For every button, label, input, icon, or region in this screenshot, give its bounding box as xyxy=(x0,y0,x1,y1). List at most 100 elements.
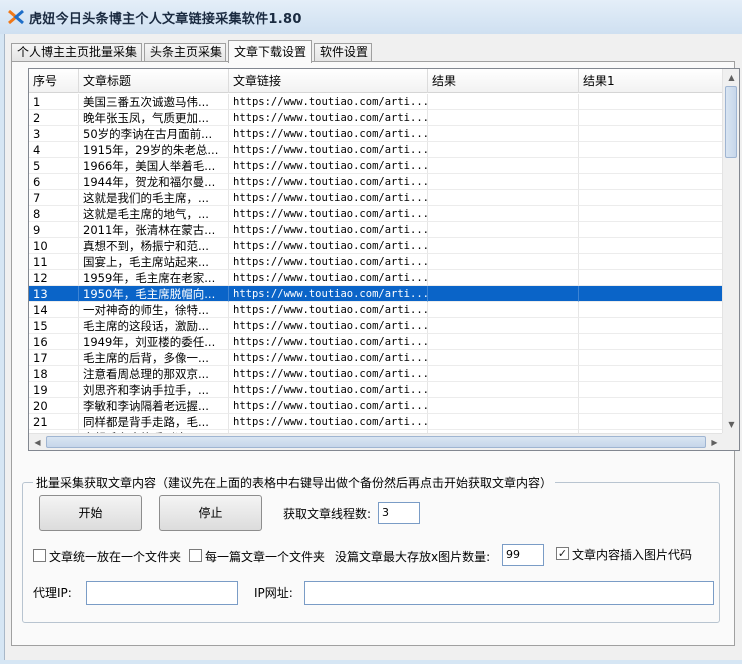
cell-title: 真想不到，杨振宁和范... xyxy=(79,238,229,254)
tab-article-download-settings[interactable]: 文章下载设置 xyxy=(228,40,312,63)
group-title: 批量采集获取文章内容（建议先在上面的表格中右键导出做个备份然后再点击开始获取文章… xyxy=(33,474,556,491)
cell-link: https://www.toutiao.com/arti... xyxy=(229,158,428,174)
table-row[interactable]: 1 美国三番五次诚邀马伟... https://www.toutiao.com/ar… xyxy=(29,94,723,110)
start-button[interactable]: 开始 xyxy=(39,495,142,531)
cell-link: https://www.toutiao.com/arti... xyxy=(229,206,428,222)
tab-homepage-collect[interactable]: 头条主页采集 xyxy=(144,43,226,62)
cell-title: 这就是我们的毛主席，... xyxy=(79,190,229,206)
table-row[interactable]: 16 1949年，刘亚楼的委任... https://www.toutiao.com… xyxy=(29,334,723,350)
cell-result1 xyxy=(579,110,723,126)
table-row[interactable]: 9 2011年，张清林在蒙古... https://www.toutiao.com/… xyxy=(29,222,723,238)
cell-title: 1950年，毛主席脱帽向... xyxy=(79,286,229,302)
cell-result1 xyxy=(579,270,723,286)
cell-no: 21 xyxy=(29,414,79,430)
cell-title: 刘思齐和李讷手拉手，... xyxy=(79,382,229,398)
cell-no: 2 xyxy=(29,110,79,126)
cell-no: 16 xyxy=(29,334,79,350)
table-row[interactable]: 12 1959年，毛主席在老家... https://www.toutiao.com… xyxy=(29,270,723,286)
cell-no: 12 xyxy=(29,270,79,286)
proxy-ip-input[interactable] xyxy=(86,581,238,605)
single-folder-label[interactable]: 文章统一放在一个文件夹 xyxy=(49,548,181,565)
title-bar: 虎妞今日头条博主个人文章链接采集软件1.80 xyxy=(0,0,742,34)
cell-result xyxy=(428,366,579,382)
horizontal-scroll-thumb[interactable] xyxy=(46,436,706,448)
cell-link: https://www.toutiao.com/arti... xyxy=(229,190,428,206)
cell-result xyxy=(428,286,579,302)
column-header-result[interactable]: 结果 xyxy=(428,69,579,93)
horizontal-scrollbar[interactable]: ◀ ▶ xyxy=(29,433,723,450)
vertical-scrollbar[interactable]: ▲ ▼ xyxy=(722,69,739,433)
table-row[interactable]: 17 毛主席的后背，多像一... https://www.toutiao.com/a… xyxy=(29,350,723,366)
cell-result1 xyxy=(579,126,723,142)
table-row[interactable]: 21 同样都是背手走路，毛... https://www.toutiao.com/a… xyxy=(29,414,723,430)
ip-url-input[interactable] xyxy=(304,581,714,605)
table-row[interactable]: 10 真想不到，杨振宁和范... https://www.toutiao.com/a… xyxy=(29,238,723,254)
max-images-input[interactable]: 99 xyxy=(502,544,544,566)
ip-url-label: IP网址: xyxy=(254,586,293,600)
cell-no: 13 xyxy=(29,286,79,302)
single-folder-checkbox[interactable] xyxy=(33,549,46,562)
threads-input[interactable]: 3 xyxy=(378,502,420,524)
vertical-scroll-thumb[interactable] xyxy=(725,86,737,158)
insert-images-label[interactable]: 文章内容插入图片代码 xyxy=(572,546,692,563)
cell-title: 注意看周总理的那双京... xyxy=(79,366,229,382)
cell-no: 11 xyxy=(29,254,79,270)
tab-personal-batch[interactable]: 个人博主主页批量采集 xyxy=(11,43,142,62)
cell-title: 50岁的李讷在古月面前... xyxy=(79,126,229,142)
table-header: 序号 文章标题 文章链接 结果 结果1 xyxy=(29,69,723,93)
cell-link: https://www.toutiao.com/arti... xyxy=(229,302,428,318)
articles-table[interactable]: 序号 文章标题 文章链接 结果 结果1 1 美国三番五次诚邀马伟... https:… xyxy=(28,68,740,451)
table-row[interactable]: 11 国宴上，毛主席站起来... https://www.toutiao.com/a… xyxy=(29,254,723,270)
column-header-no[interactable]: 序号 xyxy=(29,69,79,93)
arrow-up-icon[interactable]: ▲ xyxy=(723,69,739,86)
arrow-left-icon[interactable]: ◀ xyxy=(29,434,46,450)
cell-link: https://www.toutiao.com/arti... xyxy=(229,254,428,270)
per-folder-label[interactable]: 每一篇文章一个文件夹 xyxy=(205,548,325,565)
table-row[interactable]: 4 1915年，29岁的朱老总... https://www.toutiao.com… xyxy=(29,142,723,158)
arrow-down-icon[interactable]: ▼ xyxy=(723,416,739,433)
cell-link: https://www.toutiao.com/arti... xyxy=(229,94,428,110)
cell-result1 xyxy=(579,286,723,302)
table-row[interactable]: 20 李敏和李讷隔着老远握... https://www.toutiao.com/a… xyxy=(29,398,723,414)
cell-link: https://www.toutiao.com/arti... xyxy=(229,286,428,302)
table-row[interactable]: 14 一对神奇的师生，徐特... https://www.toutiao.com/a… xyxy=(29,302,723,318)
cell-no: 19 xyxy=(29,382,79,398)
per-folder-checkbox[interactable] xyxy=(189,549,202,562)
table-row[interactable]: 8 这就是毛主席的地气，... https://www.toutiao.com/ar… xyxy=(29,206,723,222)
tab-panel-article-download: 序号 文章标题 文章链接 结果 结果1 1 美国三番五次诚邀马伟... https:… xyxy=(11,61,740,646)
table-row[interactable]: 2 晚年张玉凤，气质更加... https://www.toutiao.com/ar… xyxy=(29,110,723,126)
cell-no: 5 xyxy=(29,158,79,174)
client-area: 个人博主主页批量采集 头条主页采集 文章下载设置 软件设置 序号 文章标题 文章… xyxy=(4,34,742,660)
cell-result xyxy=(428,206,579,222)
table-row[interactable]: 6 1944年，贺龙和福尔曼... https://www.toutiao.com/… xyxy=(29,174,723,190)
cell-result xyxy=(428,414,579,430)
cell-no: 7 xyxy=(29,190,79,206)
table-row[interactable]: 5 1966年，美国人举着毛... https://www.toutiao.com/… xyxy=(29,158,723,174)
table-row[interactable]: 19 刘思齐和李讷手拉手，... https://www.toutiao.com/a… xyxy=(29,382,723,398)
cell-link: https://www.toutiao.com/arti... xyxy=(229,366,428,382)
column-header-result1[interactable]: 结果1 xyxy=(579,69,723,93)
table-row[interactable]: 15 毛主席的这段话，激励... https://www.toutiao.com/a… xyxy=(29,318,723,334)
cell-result xyxy=(428,398,579,414)
arrow-right-icon[interactable]: ▶ xyxy=(706,434,723,450)
cell-title: 1915年，29岁的朱老总... xyxy=(79,142,229,158)
cell-result xyxy=(428,174,579,190)
stop-button[interactable]: 停止 xyxy=(159,495,262,531)
cell-result1 xyxy=(579,366,723,382)
table-row[interactable]: 18 注意看周总理的那双京... https://www.toutiao.com/a… xyxy=(29,366,723,382)
cell-title: 美国三番五次诚邀马伟... xyxy=(79,94,229,110)
cell-result1 xyxy=(579,318,723,334)
column-header-link[interactable]: 文章链接 xyxy=(229,69,428,93)
cell-result xyxy=(428,350,579,366)
tab-software-settings[interactable]: 软件设置 xyxy=(314,43,372,62)
insert-images-checkbox[interactable]: ✓ xyxy=(556,547,569,560)
table-body: 1 美国三番五次诚邀马伟... https://www.toutiao.com/ar… xyxy=(29,94,723,446)
column-header-title[interactable]: 文章标题 xyxy=(79,69,229,93)
table-row[interactable]: 3 50岁的李讷在古月面前... https://www.toutiao.com/a… xyxy=(29,126,723,142)
cell-title: 这就是毛主席的地气，... xyxy=(79,206,229,222)
cell-result1 xyxy=(579,190,723,206)
table-row[interactable]: 13 1950年，毛主席脱帽向... https://www.toutiao.com… xyxy=(29,286,723,302)
table-row[interactable]: 7 这就是我们的毛主席，... https://www.toutiao.com/ar… xyxy=(29,190,723,206)
cell-link: https://www.toutiao.com/arti... xyxy=(229,350,428,366)
cell-title: 晚年张玉凤，气质更加... xyxy=(79,110,229,126)
